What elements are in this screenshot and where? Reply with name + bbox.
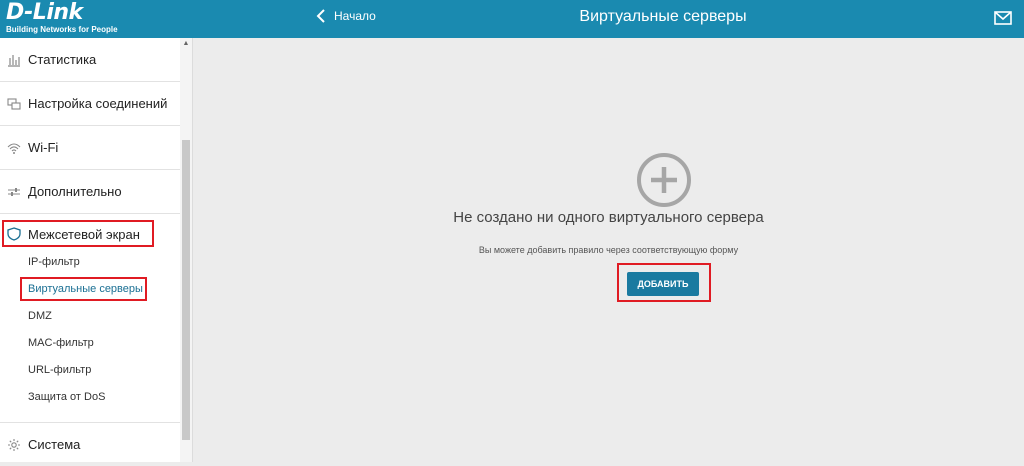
sidebar-subitem-dmz[interactable]: DMZ — [28, 310, 52, 322]
sidebar-scrollbar[interactable]: ▲ — [180, 38, 192, 462]
sidebar-subitem-mac-filter[interactable]: MAC-фильтр — [28, 337, 94, 349]
scroll-up-arrow-icon[interactable]: ▲ — [180, 38, 192, 50]
chevron-left-icon — [316, 9, 325, 23]
firewall-highlight — [2, 220, 154, 247]
scrollbar-thumb[interactable] — [182, 140, 190, 440]
connections-icon — [6, 96, 22, 112]
add-button[interactable]: ДОБАВИТЬ — [627, 272, 699, 296]
sidebar-item-label: Wi-Fi — [28, 140, 59, 155]
add-circle-icon — [637, 153, 691, 207]
wifi-icon — [6, 140, 22, 156]
sidebar-item-system[interactable]: Система — [0, 422, 180, 466]
sidebar-subitem-dos-protection[interactable]: Защита от DoS — [28, 391, 105, 403]
top-bar: D-Link Building Networks for People Нача… — [0, 0, 1024, 38]
sidebar-item-label: Дополнительно — [28, 184, 122, 199]
sidebar-item-label: Статистика — [28, 52, 97, 67]
sidebar-item-wifi[interactable]: Wi-Fi — [0, 126, 180, 170]
sidebar-item-label: Система — [28, 437, 81, 452]
sliders-icon — [6, 184, 22, 200]
sidebar-item-statistics[interactable]: Статистика — [0, 38, 180, 82]
logo-text: D-Link — [6, 0, 83, 25]
empty-state-title: Не создано ни одного виртуального сервер… — [453, 209, 764, 226]
mail-icon[interactable] — [994, 11, 1012, 25]
sidebar-item-label: Настройка соединений — [28, 96, 168, 111]
dlink-logo[interactable]: D-Link Building Networks for People — [0, 0, 193, 38]
sidebar-subitem-url-filter[interactable]: URL-фильтр — [28, 364, 91, 376]
gear-icon — [6, 437, 22, 453]
empty-state-subtitle: Вы можете добавить правило через соответ… — [478, 245, 739, 255]
page-title-text: Виртуальные серверы — [579, 8, 747, 25]
stats-icon — [6, 52, 22, 68]
virtual-servers-highlight — [20, 277, 147, 301]
sidebar-item-advanced[interactable]: Дополнительно — [0, 170, 180, 214]
sidebar-subitem-ip-filter[interactable]: IP-фильтр — [28, 256, 80, 268]
sidebar-item-connections[interactable]: Настройка соединений — [0, 82, 180, 126]
logo-tagline: Building Networks for People — [6, 25, 118, 34]
back-label: Начало — [334, 9, 376, 23]
back-button[interactable]: Начало — [316, 9, 376, 23]
